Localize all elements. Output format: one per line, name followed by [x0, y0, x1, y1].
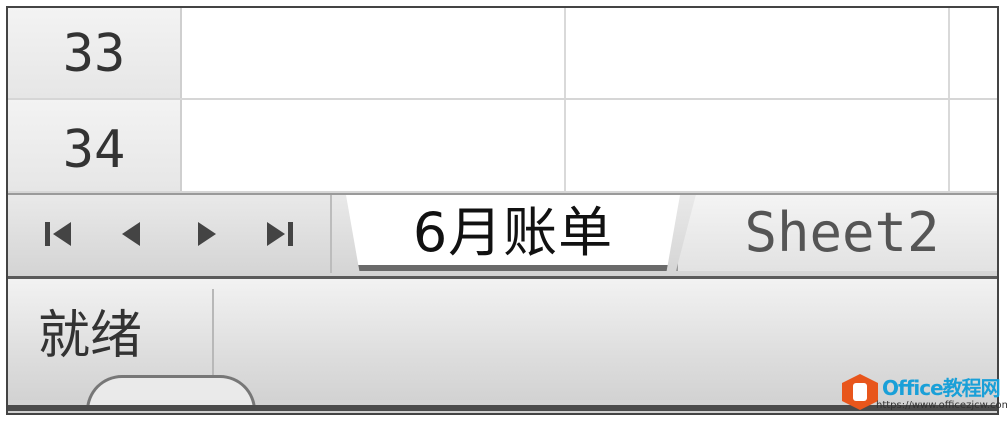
- sheet-navigation: [8, 195, 332, 273]
- grid-row-34: 34: [8, 100, 997, 193]
- cell[interactable]: [566, 100, 950, 191]
- cell[interactable]: [950, 100, 997, 191]
- prev-sheet-icon: [122, 222, 141, 246]
- watermark-title: Office教程网: [882, 376, 1001, 400]
- sheet-tab-june-bill[interactable]: 6月账单: [346, 195, 680, 271]
- cell[interactable]: [182, 8, 566, 98]
- last-sheet-button[interactable]: [259, 212, 299, 256]
- status-ready-text: 就绪: [38, 306, 143, 366]
- first-sheet-button[interactable]: [39, 212, 79, 256]
- prev-sheet-button[interactable]: [112, 212, 152, 256]
- cell[interactable]: [566, 8, 950, 98]
- first-sheet-icon: [44, 222, 71, 246]
- row-header-33[interactable]: 33: [8, 8, 182, 98]
- next-sheet-button[interactable]: [186, 212, 226, 256]
- row-header-34[interactable]: 34: [8, 100, 182, 191]
- watermark-url: https://www.officezjcw.com: [876, 400, 1007, 411]
- grid-row-33: 33: [8, 8, 997, 100]
- last-sheet-icon: [267, 222, 294, 246]
- status-divider: [212, 289, 214, 389]
- sheet-tab-bar: 6月账单 Sheet2: [8, 193, 997, 279]
- office-logo-icon: [842, 374, 878, 410]
- watermark: Office教程网 https://www.officezjcw.com: [842, 372, 1007, 418]
- next-sheet-icon: [197, 222, 216, 246]
- cell[interactable]: [950, 8, 997, 98]
- sheet-tab-sheet2[interactable]: Sheet2: [676, 195, 997, 271]
- spreadsheet-window: 33 34 6月账单 Sheet2 就绪: [6, 6, 999, 415]
- cell[interactable]: [182, 100, 566, 191]
